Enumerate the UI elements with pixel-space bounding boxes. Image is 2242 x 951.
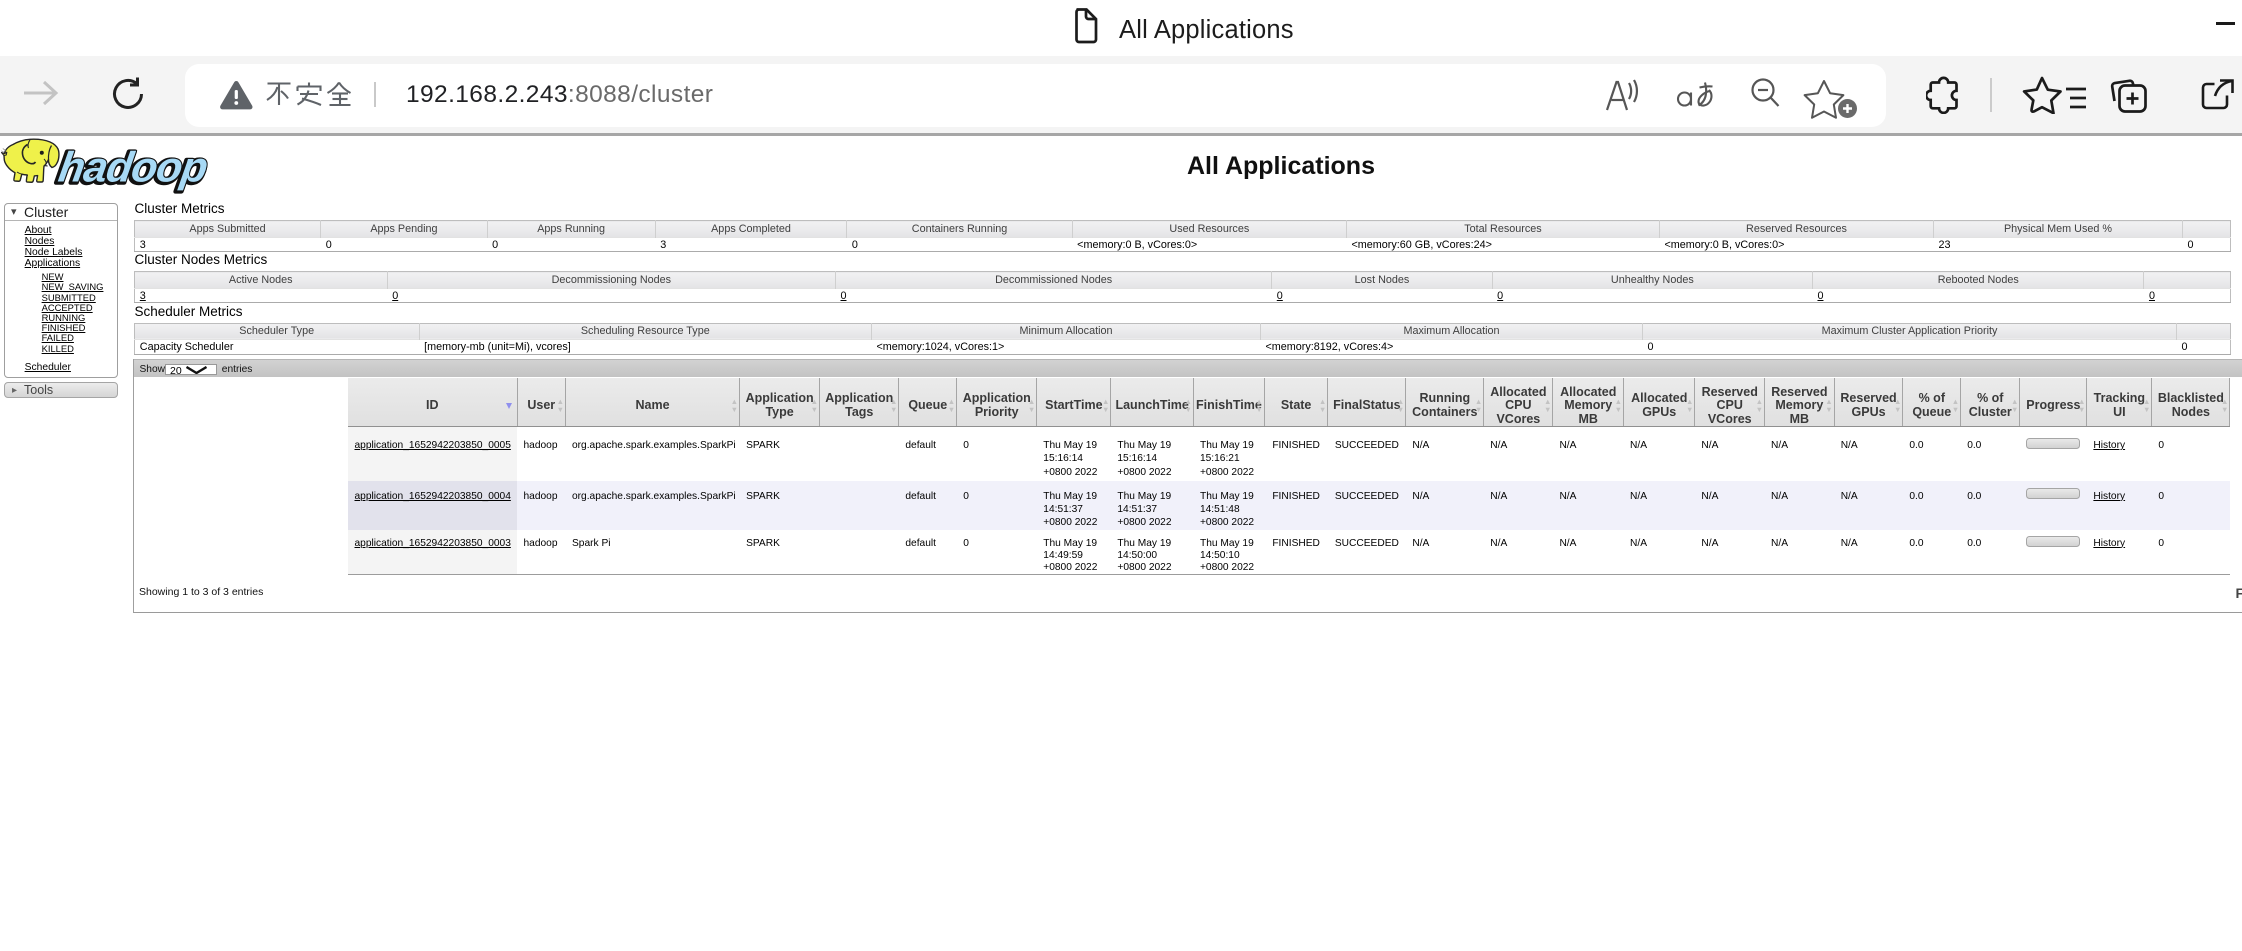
svg-text:hadoop: hadoop <box>55 144 210 192</box>
